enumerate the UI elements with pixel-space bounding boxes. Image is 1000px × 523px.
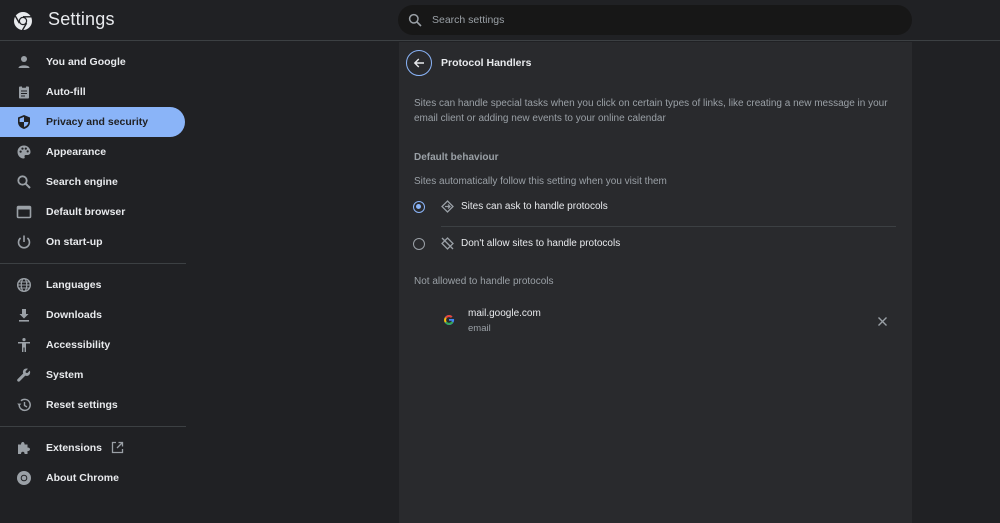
sidebar-item-accessibility[interactable]: Accessibility (0, 330, 186, 360)
list-item: mail.google.com email (414, 305, 899, 341)
sidebar-item-languages[interactable]: Languages (0, 270, 186, 300)
radio-label: Sites can ask to handle protocols (461, 201, 608, 212)
arrow-back-icon (413, 58, 424, 68)
open-in-new-icon[interactable] (111, 441, 124, 454)
sidebar-divider (0, 426, 186, 427)
palette-icon (17, 145, 31, 159)
sidebar-item-label: Languages (46, 279, 102, 291)
protocol-handlers-card: Protocol Handlers Sites can handle speci… (399, 42, 912, 523)
sidebar-item-default-browser[interactable]: Default browser (0, 197, 186, 227)
power-icon (17, 235, 31, 249)
sidebar-item-label: Search engine (46, 176, 118, 188)
sidebar-item-label: On start-up (46, 236, 103, 248)
sidebar-item-label: You and Google (46, 56, 126, 68)
puzzle-icon (18, 442, 30, 454)
sidebar-item-you-and-google[interactable]: You and Google (0, 47, 186, 77)
site-protocol: email (468, 323, 491, 334)
protocol-handler-off-icon (441, 237, 454, 250)
sidebar-item-label: Extensions (46, 442, 103, 454)
page-title: Protocol Handlers (441, 57, 532, 69)
download-icon (19, 309, 29, 322)
wrench-icon (17, 368, 31, 382)
sidebar-item-label: Downloads (46, 309, 103, 321)
back-button[interactable] (406, 50, 432, 76)
site-name: mail.google.com (468, 308, 541, 319)
page-description: Sites can handle special tasks when you … (414, 98, 888, 124)
sidebar-item-about-chrome[interactable]: About Chrome (0, 463, 186, 493)
app-title: Settings (48, 9, 115, 29)
browser-icon (16, 205, 32, 219)
radio-button[interactable] (413, 238, 425, 250)
globe-icon (16, 277, 32, 293)
radio-button[interactable] (413, 201, 425, 213)
sidebar-item-privacy-and-security[interactable]: Privacy and security (0, 107, 185, 137)
sidebar-item-label: Reset settings (46, 399, 118, 411)
google-favicon-icon (444, 314, 455, 325)
sidebar-item-downloads[interactable]: Downloads (0, 300, 186, 330)
chrome-icon (17, 471, 31, 485)
shield-icon (18, 115, 30, 129)
top-bar: Settings (0, 0, 1000, 41)
sidebar-item-label: Auto-fill (46, 86, 86, 98)
sidebar-item-label: Appearance (46, 146, 107, 158)
sidebar-item-search-engine[interactable]: Search engine (0, 167, 186, 197)
sidebar-item-extensions[interactable]: Extensions (0, 433, 186, 463)
radio-label: Don't allow sites to handle protocols (461, 238, 621, 249)
radio-block-protocol-handlers[interactable]: Don't allow sites to handle protocols (411, 233, 896, 257)
history-icon (17, 398, 31, 412)
sidebar-nav: You and Google Auto-fill Privacy and sec… (0, 47, 186, 493)
search-icon (408, 13, 422, 27)
option-divider (441, 226, 896, 227)
chrome-logo-icon (14, 12, 32, 31)
sidebar-divider (0, 263, 186, 264)
search-box[interactable] (398, 5, 912, 35)
radio-allow-protocol-handlers[interactable]: Sites can ask to handle protocols (411, 196, 896, 220)
search-icon (17, 175, 31, 189)
sidebar-item-on-start-up[interactable]: On start-up (0, 227, 186, 257)
sidebar-item-label: Accessibility (46, 339, 111, 351)
search-input[interactable] (432, 5, 892, 35)
default-behaviour-heading: Default behaviour (414, 152, 499, 163)
sidebar-item-label: About Chrome (46, 472, 119, 484)
sidebar-item-system[interactable]: System (0, 360, 186, 390)
person-icon (18, 56, 30, 68)
not-allowed-heading: Not allowed to handle protocols (414, 276, 554, 287)
default-behaviour-subheading: Sites automatically follow this setting … (414, 176, 667, 187)
sidebar-item-reset-settings[interactable]: Reset settings (0, 390, 186, 420)
accessibility-icon (18, 338, 30, 352)
sidebar-item-appearance[interactable]: Appearance (0, 137, 186, 167)
clipboard-icon (19, 85, 29, 99)
close-icon[interactable] (876, 315, 889, 328)
sidebar-item-label: Default browser (46, 206, 126, 218)
sidebar-item-label: System (46, 369, 84, 381)
protocol-handler-icon (441, 200, 454, 213)
sidebar-item-label: Privacy and security (46, 116, 149, 128)
sidebar-item-auto-fill[interactable]: Auto-fill (0, 77, 186, 107)
